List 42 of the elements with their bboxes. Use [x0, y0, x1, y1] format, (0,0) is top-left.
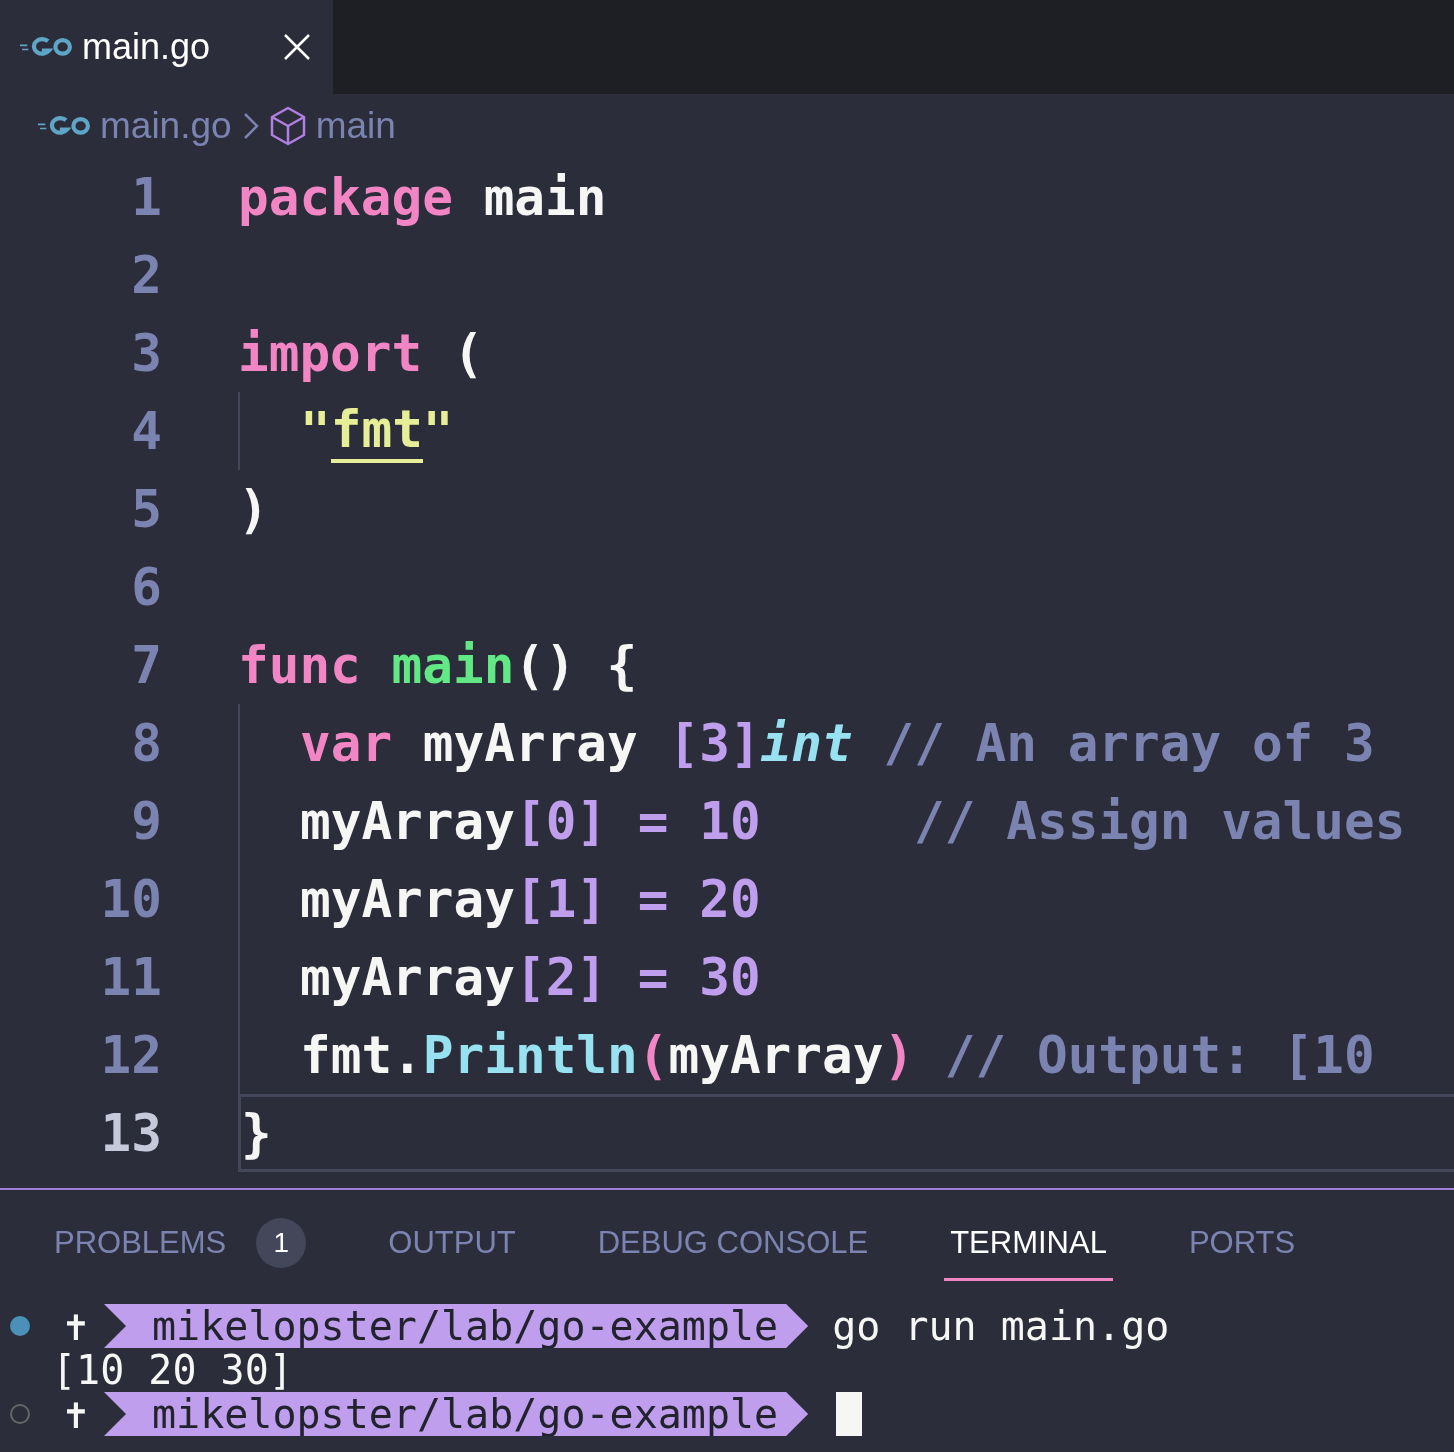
chevron-icon [241, 111, 260, 141]
code-line: } [241, 1102, 272, 1165]
panel-tab[interactable]: OUTPUT [382, 1208, 522, 1281]
line-number: 5 [130, 479, 162, 539]
go-file-icon [38, 115, 90, 137]
code-line: ) [238, 478, 269, 541]
terminal-command: go run main.go [832, 1303, 1170, 1349]
prompt-path: mikelopster/lab/go-example [104, 1304, 809, 1348]
code-line: myArray[0] = 10 // Assign values [238, 782, 1406, 860]
terminal-output: [10 20 30] [51, 1347, 293, 1393]
code-line: myArray[1] = 20 [238, 860, 761, 938]
code-line: myArray[2] = 30 [238, 938, 761, 1016]
line-number: 11 [99, 947, 162, 1007]
panel-tab[interactable]: TERMINAL [944, 1208, 1113, 1281]
code-line: fmt.Println(myArray) // Output: [10 [238, 1016, 1375, 1094]
breadcrumb-item[interactable]: main.go [100, 105, 232, 147]
line-number: 8 [130, 713, 162, 773]
file-tab[interactable]: main.go [0, 0, 333, 94]
cube-icon [269, 106, 306, 146]
line-number: 12 [99, 1025, 162, 1085]
panel-tab[interactable]: PROBLEMS 1 [48, 1208, 313, 1281]
panel-tab[interactable]: DEBUG CONSOLE [591, 1208, 875, 1281]
line-number: 9 [130, 791, 162, 851]
line-number: 1 [130, 167, 162, 227]
line-number: 2 [130, 245, 162, 305]
line-number: 7 [130, 635, 162, 695]
code-line: package main [238, 166, 607, 229]
code-line: "fmt" [238, 392, 454, 470]
count-badge: 1 [256, 1218, 307, 1268]
panel-tab[interactable]: PORTS [1182, 1208, 1302, 1281]
close-icon[interactable] [283, 33, 311, 61]
prompt-path: mikelopster/lab/go-example [104, 1392, 809, 1436]
line-number: 13 [99, 1103, 162, 1163]
line-number: 10 [99, 869, 162, 929]
line-number: 6 [130, 557, 162, 617]
go-file-icon [20, 36, 72, 58]
breadcrumb-item[interactable]: main [315, 105, 396, 147]
line-number: 4 [130, 401, 162, 461]
line-number: 3 [130, 323, 162, 383]
code-line: var myArray [3]int // An array of 3 [238, 704, 1375, 782]
code-line: import ( [238, 322, 484, 385]
code-line: func main() { [238, 634, 638, 697]
